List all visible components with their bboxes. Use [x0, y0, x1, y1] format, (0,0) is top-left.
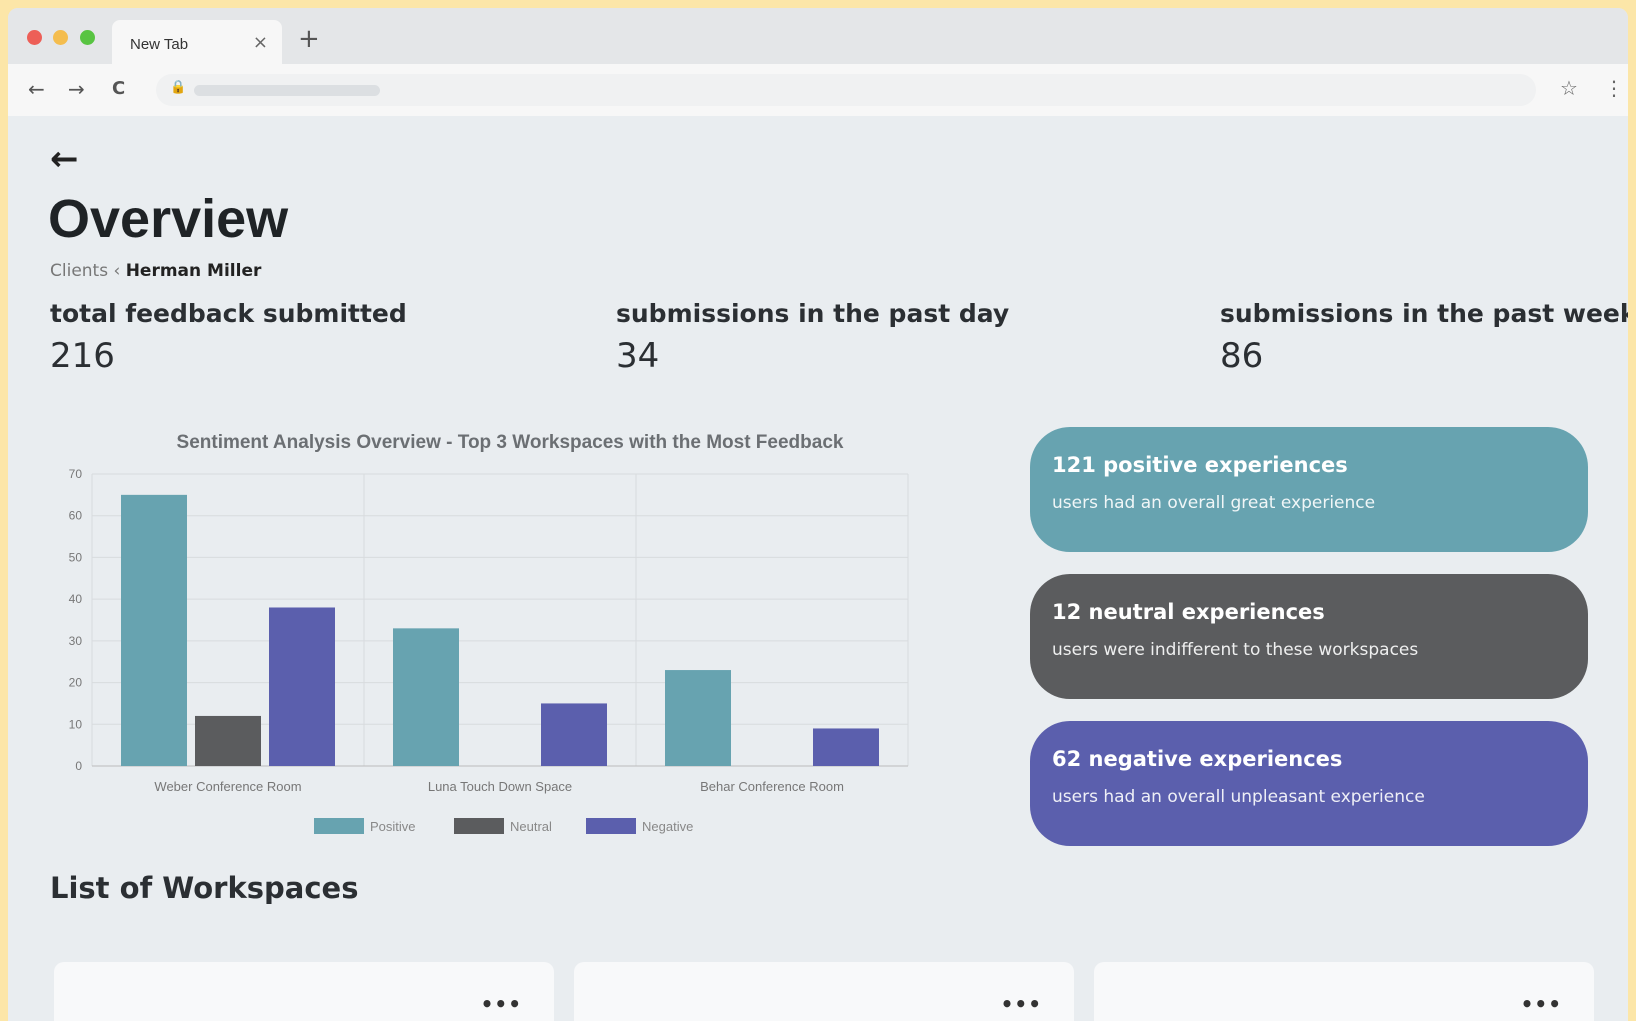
breadcrumb-separator: ‹	[113, 261, 121, 281]
card-title: 121 positive experiences	[1052, 453, 1348, 477]
url-placeholder	[194, 85, 380, 96]
card-title: 62 negative experiences	[1052, 747, 1343, 771]
workspace-card[interactable]: •••	[574, 962, 1074, 1021]
stat-total-feedback: total feedback submitted 216	[50, 299, 407, 376]
legend-swatch	[314, 818, 364, 834]
new-tab-icon[interactable]: +	[298, 26, 320, 52]
positive-summary-card[interactable]: 121 positive experiences users had an ov…	[1030, 427, 1588, 552]
x-tick-label: Luna Touch Down Space	[428, 779, 572, 794]
more-options-icon[interactable]: •••	[481, 992, 522, 1016]
forward-icon[interactable]: →	[68, 77, 85, 101]
address-bar[interactable]: 🔒	[156, 74, 1536, 106]
bar	[813, 728, 879, 766]
legend-label: Neutral	[510, 819, 552, 834]
minimize-window-button[interactable]	[53, 30, 68, 45]
bar	[541, 703, 607, 766]
y-tick-label: 50	[69, 550, 83, 564]
lock-icon: 🔒	[170, 80, 187, 95]
x-tick-label: Weber Conference Room	[154, 779, 301, 794]
neutral-summary-card[interactable]: 12 neutral experiences users were indiff…	[1030, 574, 1588, 699]
bar	[121, 494, 187, 766]
y-tick-label: 20	[69, 676, 83, 690]
card-description: users had an overall unpleasant experien…	[1052, 787, 1425, 807]
workspace-card[interactable]: •••	[54, 962, 554, 1021]
y-tick-label: 60	[69, 509, 83, 523]
browser-window: New Tab × + ← → C 🔒 ☆ ⋮ ← Overview Clien…	[8, 8, 1628, 1021]
bar	[393, 628, 459, 766]
breadcrumb-parent[interactable]: Clients	[50, 261, 108, 281]
workspaces-section-title: List of Workspaces	[50, 871, 359, 905]
y-tick-label: 70	[69, 467, 83, 481]
stat-value: 34	[616, 336, 660, 376]
stat-value: 216	[50, 336, 115, 376]
reload-icon[interactable]: C	[112, 77, 125, 101]
y-tick-label: 0	[75, 759, 82, 773]
more-options-icon[interactable]: •••	[1521, 992, 1562, 1016]
more-options-icon[interactable]: •••	[1001, 992, 1042, 1016]
chart-title: Sentiment Analysis Overview - Top 3 Work…	[177, 432, 844, 453]
stat-past-day: submissions in the past day 34	[616, 299, 1009, 376]
browser-tab[interactable]: New Tab ×	[112, 20, 282, 64]
stat-label: total feedback submitted	[50, 299, 407, 328]
browser-toolbar: ← → C 🔒 ☆ ⋮	[8, 64, 1628, 116]
y-tick-label: 30	[69, 634, 83, 648]
x-tick-label: Behar Conference Room	[700, 779, 844, 794]
legend-label: Positive	[370, 819, 416, 834]
breadcrumb: Clients ‹ Herman Miller	[50, 261, 261, 281]
card-description: users were indifferent to these workspac…	[1052, 640, 1419, 660]
page-content: ← Overview Clients ‹ Herman Miller total…	[8, 116, 1628, 1021]
y-tick-label: 40	[69, 592, 83, 606]
close-tab-icon[interactable]: ×	[253, 32, 268, 53]
sentiment-bar-chart: Sentiment Analysis Overview - Top 3 Work…	[69, 432, 909, 834]
legend-swatch	[586, 818, 636, 834]
stat-value: 86	[1220, 336, 1264, 376]
page-title: Overview	[48, 189, 289, 249]
card-description: users had an overall great experience	[1052, 493, 1376, 513]
stat-label: submissions in the past day	[616, 299, 1010, 328]
back-icon[interactable]: ←	[28, 77, 45, 101]
workspace-card[interactable]: •••	[1094, 962, 1594, 1021]
bookmark-star-icon[interactable]: ☆	[1560, 76, 1578, 100]
stat-label: submissions in the past week	[1220, 299, 1628, 328]
page-back-icon[interactable]: ←	[50, 142, 79, 176]
legend-label: Negative	[642, 819, 693, 834]
tab-title: New Tab	[130, 36, 189, 53]
card-title: 12 neutral experiences	[1052, 600, 1325, 624]
close-window-button[interactable]	[27, 30, 42, 45]
bar	[195, 715, 261, 766]
negative-summary-card[interactable]: 62 negative experiences users had an ove…	[1030, 721, 1588, 846]
maximize-window-button[interactable]	[80, 30, 95, 45]
tab-bar: New Tab × +	[8, 8, 1628, 64]
stat-past-week: submissions in the past week 86	[1220, 299, 1628, 376]
y-tick-label: 10	[69, 717, 83, 731]
breadcrumb-current: Herman Miller	[125, 261, 262, 281]
legend-swatch	[454, 818, 504, 834]
bar	[269, 607, 335, 766]
browser-menu-icon[interactable]: ⋮	[1604, 76, 1624, 100]
bar	[665, 670, 731, 766]
